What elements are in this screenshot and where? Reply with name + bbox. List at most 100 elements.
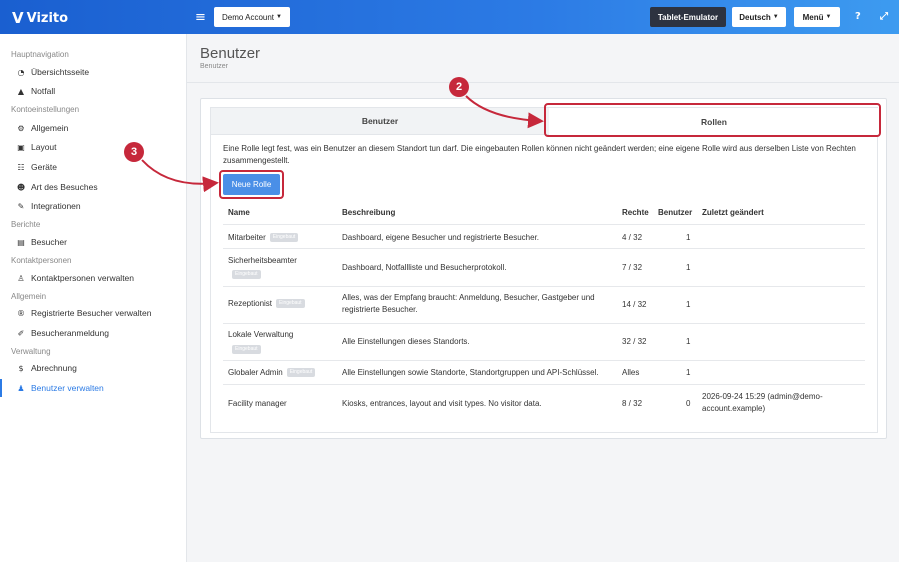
logo-text: Vizito <box>26 10 69 26</box>
sidebar-item-emergency[interactable]: ▲ Notfall <box>0 82 186 100</box>
sidebar-section-title: Kontaktpersonen <box>11 256 72 265</box>
sidebar-item-label: Layout <box>31 142 57 152</box>
column-header-last-modified[interactable]: Zuletzt geändert <box>702 208 764 217</box>
sidebar-item-visit-types[interactable]: ☻ Art des Besuches <box>0 178 186 196</box>
sidebar-item-visitor-signin[interactable]: ✐ Besucheranmeldung <box>0 324 186 342</box>
role-description: Dashboard, Notfallliste und Besucherprot… <box>342 263 507 272</box>
row-divider <box>223 360 865 361</box>
caret-down-icon: ▼ <box>276 14 282 20</box>
role-rights: 14 / 32 <box>622 300 647 309</box>
role-name[interactable]: Lokale Verwaltung <box>228 329 293 341</box>
role-name: Rezeptionist <box>228 299 273 308</box>
role-user-count: 1 <box>686 233 691 242</box>
builtin-badge: Eingebaut <box>269 233 299 243</box>
person-icon: ♙ <box>17 273 25 283</box>
registered-icon: ® <box>17 308 25 318</box>
role-last-modified: 2026-09-24 15:29 (admin@demo-account.exa… <box>702 392 823 413</box>
menu-dropdown[interactable]: Menü ▼ <box>794 7 840 27</box>
sidebar-item-label: Notfall <box>31 86 56 96</box>
dollar-icon: $ <box>18 363 24 373</box>
dashboard-icon: ◔ <box>17 67 25 77</box>
sidebar-item-contacts[interactable]: ♙ Kontaktpersonen verwalten <box>0 269 186 287</box>
header-divider <box>187 82 899 83</box>
tab-users[interactable]: Benutzer <box>211 108 549 135</box>
logo[interactable]: V Vizito <box>12 9 68 27</box>
role-name-cell[interactable]: Globaler Admin Eingebaut <box>228 367 316 379</box>
users-icon: ☻ <box>16 182 26 192</box>
plug-icon: ✎ <box>17 201 25 211</box>
tablet-emulator-button[interactable]: Tablet-Emulator <box>650 7 726 27</box>
book-icon: ▤ <box>17 237 25 247</box>
role-rights: Alles <box>622 368 640 377</box>
warning-icon: ▲ <box>17 86 25 96</box>
role-user-count: 0 <box>686 399 691 408</box>
hamburger-menu-icon[interactable]: ≡ <box>195 10 206 25</box>
role-name: Globaler Admin <box>228 368 283 377</box>
column-header-rights[interactable]: Rechte <box>622 208 649 217</box>
role-name-cell[interactable]: Rezeptionist Eingebaut <box>228 298 305 310</box>
sidebar-item-label: Art des Besuches <box>31 182 98 192</box>
caret-down-icon: ▼ <box>825 14 832 20</box>
roles-tab-highlight <box>544 103 881 137</box>
sidebar-item-label: Übersichtsseite <box>31 67 90 77</box>
role-rights: 8 / 32 <box>622 399 643 408</box>
role-rights: 4 / 32 <box>622 233 643 242</box>
account-dropdown-label: Demo Account <box>222 12 275 22</box>
sidebar-item-devices[interactable]: ☷ Geräte <box>0 158 186 176</box>
menu-dropdown-label: Menü <box>802 12 824 22</box>
builtin-badge: Eingebaut <box>276 299 305 309</box>
sidebar-item-label: Allgemein <box>31 123 69 133</box>
sidebar-item-label: Geräte <box>31 162 57 172</box>
sidebar-item-label: Kontaktpersonen verwalten <box>31 273 135 283</box>
role-user-count: 1 <box>686 368 691 377</box>
account-dropdown[interactable]: Demo Account ▼ <box>214 7 290 27</box>
row-divider <box>223 384 865 385</box>
language-dropdown[interactable]: Deutsch ▼ <box>732 7 786 27</box>
user-cog-icon: ♟ <box>17 383 25 393</box>
role-description: Alles, was der Empfang braucht: Anmeldun… <box>342 293 595 314</box>
role-name[interactable]: Sicherheitsbeamter <box>228 255 297 267</box>
breadcrumb: Benutzer <box>200 63 229 70</box>
row-divider <box>223 286 865 287</box>
column-header-name[interactable]: Name <box>228 208 250 217</box>
sidebar-item-manage-users[interactable]: ♟ Benutzer verwalten <box>0 379 186 397</box>
role-user-count: 1 <box>686 263 691 272</box>
sidebar-section-title: Verwaltung <box>11 347 51 356</box>
role-description: Alle Einstellungen sowie Standorte, Stan… <box>342 368 599 377</box>
help-icon[interactable]: ? <box>855 11 861 22</box>
column-header-description[interactable]: Beschreibung <box>342 208 395 217</box>
sidebar-item-registered-visitors[interactable]: ® Registrierte Besucher verwalten <box>0 304 186 322</box>
role-description: Kiosks, entrances, layout and visit type… <box>342 399 542 408</box>
sidebar-item-label: Registrierte Besucher verwalten <box>31 308 152 318</box>
sidebar-item-integrations[interactable]: ✎ Integrationen <box>0 197 186 215</box>
sidebar-item-label: Integrationen <box>31 201 81 211</box>
role-rights: 32 / 32 <box>622 337 647 346</box>
new-role-highlight <box>219 170 284 199</box>
sitemap-icon: ☷ <box>17 162 25 172</box>
sidebar-section-title: Berichte <box>11 220 41 229</box>
role-name: Mitarbeiter <box>228 233 266 242</box>
sidebar-item-label: Abrechnung <box>31 363 77 373</box>
role-description: Alle Einstellungen dieses Standorts. <box>342 337 470 346</box>
top-bar: V Vizito ≡ Demo Account ▼ Tablet-Emulator… <box>0 0 899 34</box>
role-name[interactable]: Facility manager <box>228 398 287 410</box>
role-user-count: 1 <box>686 300 691 309</box>
expand-icon[interactable]: ⤢ <box>880 11 888 22</box>
role-name-cell[interactable]: Mitarbeiter Eingebaut <box>228 232 299 244</box>
role-description: Dashboard, eigene Besucher und registrie… <box>342 233 540 242</box>
page-title: Benutzer <box>200 45 261 62</box>
column-header-users[interactable]: Benutzer <box>658 208 692 217</box>
annotation-marker-3: 3 <box>124 142 144 162</box>
sidebar-item-billing[interactable]: $ Abrechnung <box>0 359 186 377</box>
row-divider <box>223 323 865 324</box>
sidebar-item-dashboard[interactable]: ◔ Übersichtsseite <box>0 63 186 81</box>
builtin-badge: Eingebaut <box>232 345 261 354</box>
sidebar-item-general[interactable]: ⚙ Allgemein <box>0 119 186 137</box>
role-rights: 7 / 32 <box>622 263 643 272</box>
sidebar-item-label: Besucher <box>31 237 67 247</box>
row-divider <box>223 248 865 249</box>
roles-description: Eine Rolle legt fest, was ein Benutzer a… <box>223 144 856 165</box>
sidebar-item-visitors[interactable]: ▤ Besucher <box>0 233 186 251</box>
sidebar-item-layout[interactable]: ▣ Layout <box>0 138 186 156</box>
image-icon: ▣ <box>17 142 25 152</box>
